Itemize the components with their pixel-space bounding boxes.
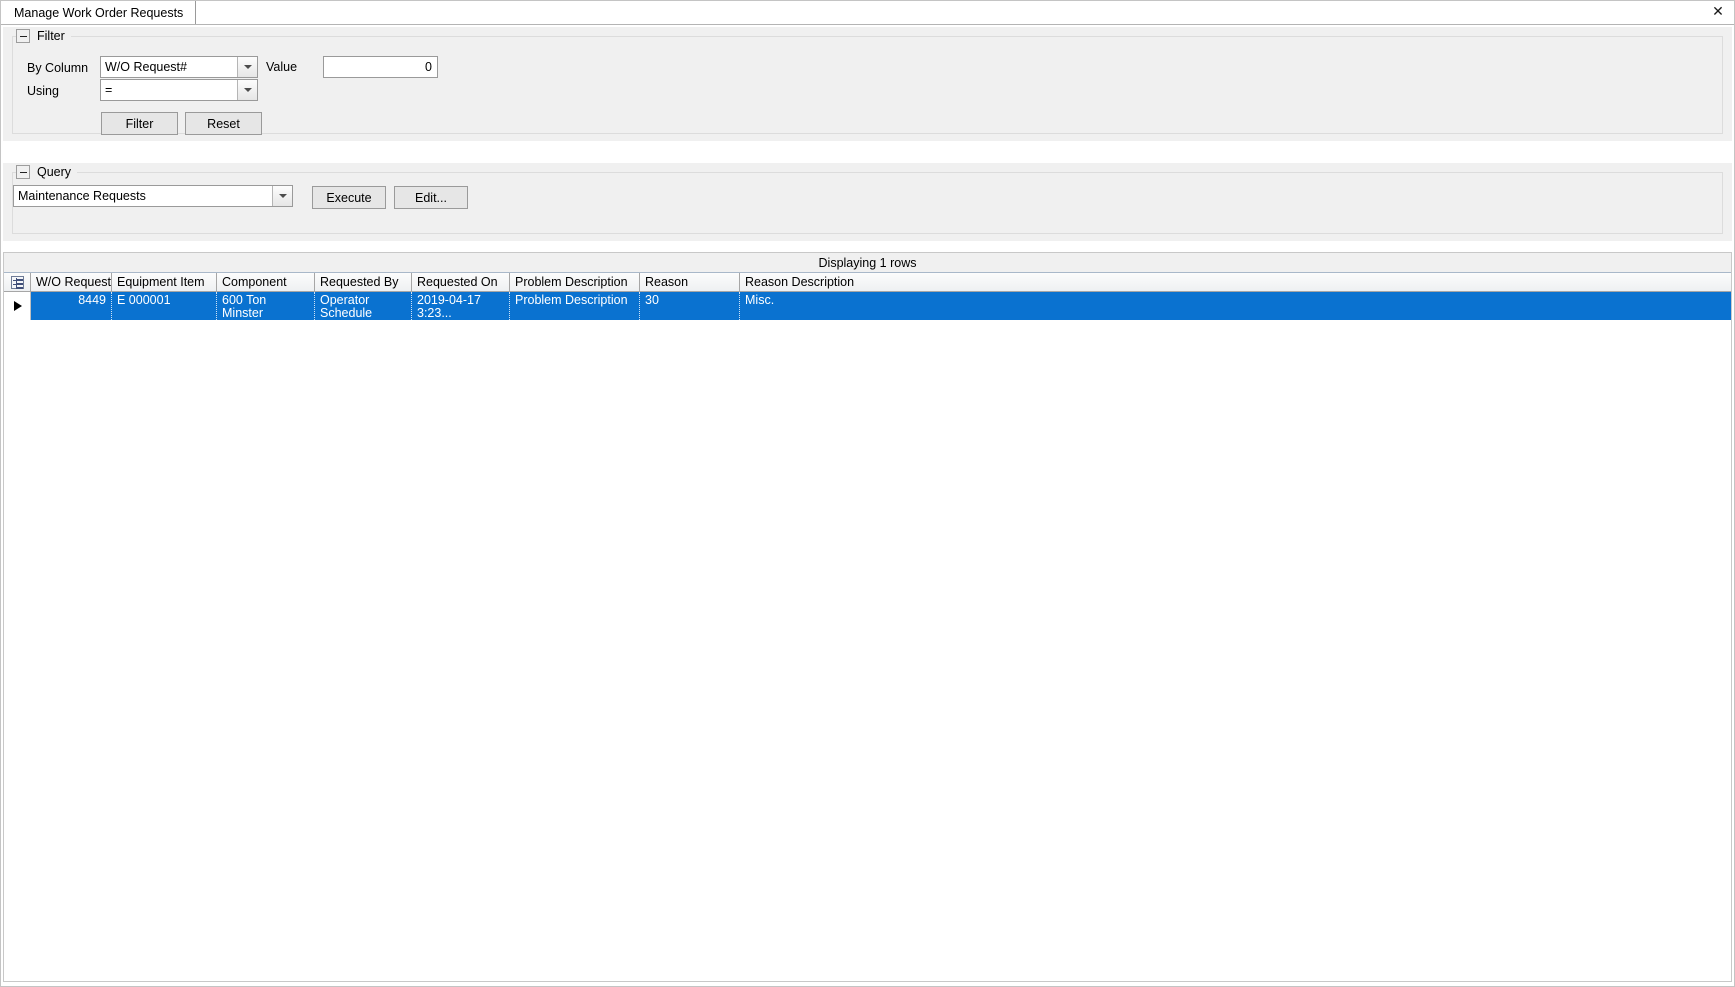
filter-collapse-icon[interactable] [16, 29, 30, 43]
filter-group-header: Filter [16, 28, 71, 44]
using-label: Using [27, 84, 59, 98]
grid-header-cell-requested_on[interactable]: Requested On [412, 273, 510, 291]
query-select-value: Maintenance Requests [18, 189, 146, 203]
tab-strip: Manage Work Order Requests ✕ [0, 0, 1735, 25]
grid-cell-wo_request[interactable]: 8449 [31, 292, 112, 320]
grid-header-cell-reason[interactable]: Reason [640, 273, 740, 291]
by-column-label: By Column [27, 61, 89, 75]
filter-group-title: Filter [37, 29, 65, 43]
by-column-select-value: W/O Request# [105, 60, 187, 74]
tab-label: Manage Work Order Requests [14, 5, 184, 20]
query-select[interactable]: Maintenance Requests [13, 185, 293, 207]
using-select-value: = [105, 83, 113, 97]
grid-header-cell-problem_description[interactable]: Problem Description [510, 273, 640, 291]
grid-cell-problem_description[interactable]: Problem Description [510, 292, 640, 320]
grid-header-cell-wo_request[interactable]: W/O Request# [31, 273, 112, 291]
value-label: Value [266, 60, 298, 74]
filter-button[interactable]: Filter [101, 112, 178, 135]
grid-header-cell-equipment_item[interactable]: Equipment Item [112, 273, 217, 291]
grid-header-row: W/O Request# Equipment Item Component Reque… [4, 273, 1731, 292]
grid-cell-requested_by[interactable]: Operator Schedule [315, 292, 412, 320]
by-column-select[interactable]: W/O Request# [100, 56, 258, 78]
results-grid: Displaying 1 rows W/O Request# Equipment … [3, 252, 1732, 982]
query-group-header: Query [16, 164, 78, 180]
chevron-down-icon[interactable] [237, 80, 257, 100]
value-input[interactable]: 0 [323, 56, 438, 78]
grid-cell-reason_description[interactable]: Misc. [740, 292, 1731, 320]
query-group-title: Query [37, 165, 72, 179]
grid-status-bar: Displaying 1 rows [4, 253, 1731, 273]
using-select[interactable]: = [100, 79, 258, 101]
grid-cell-reason[interactable]: 30 [640, 292, 740, 320]
edit-button[interactable]: Edit... [394, 186, 468, 209]
filter-panel [3, 27, 1732, 141]
grid-cell-equipment_item[interactable]: E 000001 [112, 292, 217, 320]
current-row-arrow-icon[interactable] [4, 292, 31, 320]
grid-cell-requested_on[interactable]: 2019-04-17 3:23... [412, 292, 510, 320]
chevron-down-icon[interactable] [272, 186, 292, 206]
select-all-icon[interactable] [4, 273, 31, 291]
close-icon[interactable]: ✕ [1707, 2, 1729, 22]
tab-manage-work-order-requests[interactable]: Manage Work Order Requests [4, 1, 197, 24]
reset-button[interactable]: Reset [185, 112, 262, 135]
application-window: Manage Work Order Requests ✕ Filter By C… [0, 0, 1735, 987]
grid-header-cell-requested_by[interactable]: Requested By [315, 273, 412, 291]
grid-header-cell-component[interactable]: Component [217, 273, 315, 291]
grid-header-cell-reason_description[interactable]: Reason Description [740, 273, 1731, 291]
query-collapse-icon[interactable] [16, 165, 30, 179]
grid-cell-component[interactable]: 600 Ton Minster [217, 292, 315, 320]
chevron-down-icon[interactable] [237, 57, 257, 77]
execute-button[interactable]: Execute [312, 186, 386, 209]
table-row[interactable]: 8449 E 000001 600 Ton Minster Operator Sche… [4, 292, 1731, 320]
